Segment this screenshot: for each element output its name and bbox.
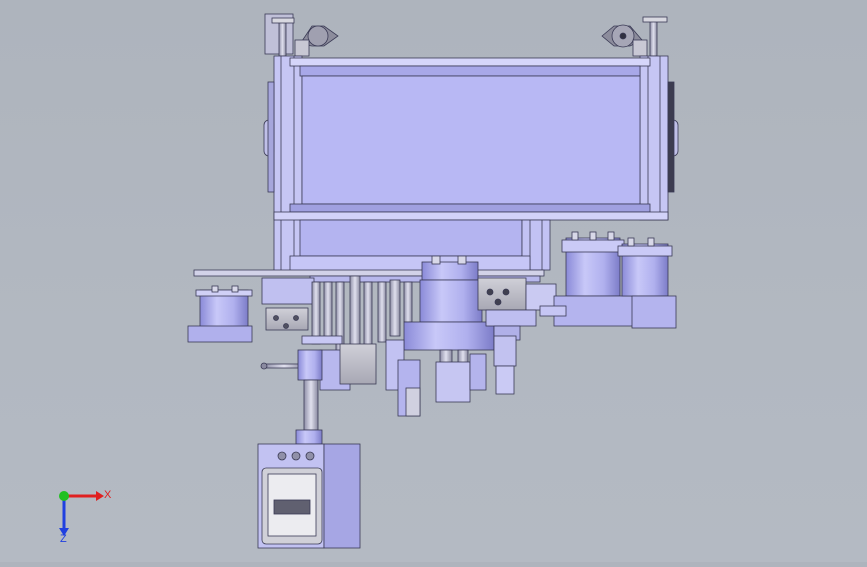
assembly-drawing[interactable]: X Z: [0, 0, 867, 562]
left-lamp-assembly: [264, 13, 339, 57]
bottom-control-box[interactable]: [257, 443, 361, 549]
cad-viewport[interactable]: X Z: [0, 0, 867, 562]
coordinate-triad-icon: X Z: [59, 489, 112, 545]
lamp-icon: [601, 24, 648, 57]
gripper-block-left[interactable]: [261, 277, 315, 331]
base-plate: [193, 269, 545, 277]
handle-icon: [667, 81, 679, 193]
vertical-shaft[interactable]: [295, 349, 323, 445]
handle-icon: [263, 81, 275, 193]
right-lamp-assembly: [601, 16, 668, 57]
lamp-icon: [294, 25, 339, 57]
left-cylinder-unit[interactable]: [187, 285, 253, 343]
x-axis-label: X: [104, 489, 112, 501]
z-axis-label: Z: [60, 533, 67, 545]
